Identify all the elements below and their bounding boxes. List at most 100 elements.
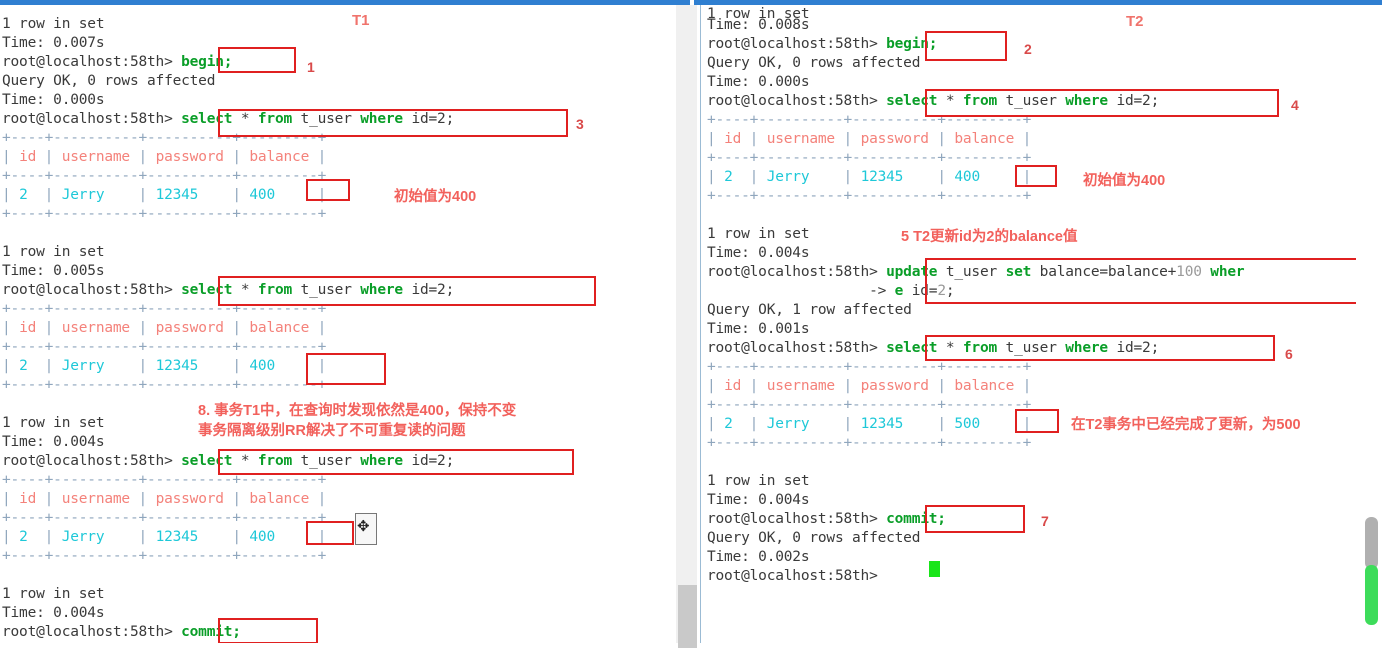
terminal-span: | bbox=[198, 529, 250, 545]
terminal-span: 100 bbox=[1176, 264, 1202, 280]
terminal-span: t_user bbox=[292, 111, 361, 127]
right-scrollbar-thumb-green[interactable] bbox=[1365, 565, 1378, 625]
terminal-span: 2 bbox=[937, 283, 946, 299]
terminal-span: from bbox=[257, 453, 293, 469]
terminal-span: set bbox=[1005, 264, 1032, 280]
terminal-span: 400 bbox=[249, 187, 275, 203]
terminal-span: | bbox=[309, 149, 327, 165]
terminal-span: commit; bbox=[181, 624, 241, 640]
terminal-span: 12345 bbox=[155, 187, 199, 203]
terminal-span: t_user bbox=[292, 282, 361, 298]
terminal-span: | bbox=[980, 416, 1032, 432]
step-number: 4 bbox=[1291, 97, 1299, 113]
terminal-line: 1 row in set bbox=[2, 243, 105, 262]
terminal-span: from bbox=[257, 282, 293, 298]
terminal-span: t_user bbox=[997, 93, 1066, 109]
terminal-pane-t1[interactable]: 1 row in set Time: 0.007s root@localhost:5… bbox=[0, 5, 676, 643]
terminal-span: | bbox=[309, 320, 327, 336]
terminal-line: root@localhost:58th> select * from t_use… bbox=[2, 110, 454, 129]
terminal-span: Time: 0.007s bbox=[2, 35, 105, 51]
left-pane-scrollbar[interactable] bbox=[676, 5, 697, 648]
terminal-span: balance=balance+ bbox=[1031, 264, 1177, 280]
terminal-span: | bbox=[834, 378, 861, 394]
terminal-span: 12345 bbox=[860, 169, 904, 185]
terminal-line: root@localhost:58th> select * from t_use… bbox=[707, 339, 1159, 358]
terminal-span: | bbox=[2, 491, 20, 507]
terminal-span: * bbox=[937, 340, 963, 356]
terminal-span: | bbox=[1014, 378, 1032, 394]
terminal-pane-t2[interactable]: 1 row in set Time: 0.008s root@localhost:5… bbox=[700, 5, 1356, 643]
terminal-span: | bbox=[104, 187, 156, 203]
terminal-span: 1 row in set bbox=[2, 16, 105, 32]
terminal-line: +----+----------+----------+---------+ bbox=[2, 300, 326, 319]
terminal-span: | bbox=[2, 149, 20, 165]
terminal-span: Jerry bbox=[766, 169, 810, 185]
terminal-span: password bbox=[860, 131, 929, 147]
terminal-line: Time: 0.001s bbox=[707, 320, 810, 339]
terminal-span: +----+----------+----------+---------+ bbox=[2, 510, 327, 526]
terminal-line: Time: 0.002s bbox=[707, 548, 810, 567]
terminal-span: | bbox=[707, 416, 725, 432]
terminal-span: t_user bbox=[292, 453, 361, 469]
terminal-span: Time: 0.005s bbox=[2, 263, 105, 279]
terminal-span: id=2; bbox=[402, 453, 455, 469]
right-scrollbar-thumb-gray[interactable] bbox=[1365, 517, 1378, 569]
terminal-span: username bbox=[766, 131, 835, 147]
terminal-line: +----+----------+----------+---------+ bbox=[2, 509, 326, 528]
terminal-span: root@localhost:58th> bbox=[707, 264, 887, 280]
terminal-span: select bbox=[886, 340, 938, 356]
terminal-span: t_user bbox=[937, 264, 1006, 280]
terminal-span: password bbox=[155, 320, 224, 336]
terminal-span: 1 row in set bbox=[2, 586, 105, 602]
terminal-line: | id | username | password | balance | bbox=[2, 490, 326, 509]
terminal-span: | bbox=[741, 378, 767, 394]
terminal-span: | bbox=[309, 491, 327, 507]
terminal-span: where bbox=[360, 282, 403, 298]
terminal-span: balance bbox=[954, 131, 1015, 147]
terminal-span: id=2; bbox=[1107, 93, 1160, 109]
terminal-span: +----+----------+----------+---------+ bbox=[707, 112, 1032, 128]
terminal-span: root@localhost:58th> bbox=[2, 624, 182, 640]
terminal-line: root@localhost:58th> commit; bbox=[707, 510, 946, 529]
terminal-span: e bbox=[894, 283, 904, 299]
terminal-span: | bbox=[275, 529, 327, 545]
terminal-span: | bbox=[809, 169, 861, 185]
terminal-line: Query OK, 1 row affected bbox=[707, 301, 912, 320]
terminal-span: | bbox=[903, 169, 955, 185]
terminal-line: Query OK, 0 rows affected bbox=[707, 529, 920, 548]
terminal-span: Jerry bbox=[61, 187, 105, 203]
terminal-span: from bbox=[962, 340, 998, 356]
terminal-span: +----+----------+----------+---------+ bbox=[2, 206, 327, 222]
terminal-span: password bbox=[860, 378, 929, 394]
terminal-span: | bbox=[104, 529, 156, 545]
pane-label-t2: T2 bbox=[1126, 13, 1144, 30]
terminal-span: select bbox=[181, 453, 233, 469]
terminal-span: 1 row in set bbox=[2, 415, 105, 431]
terminal-line: +----+----------+----------+---------+ bbox=[2, 376, 326, 395]
terminal-span: 1 row in set bbox=[2, 244, 105, 260]
terminal-span: +----+----------+----------+---------+ bbox=[2, 301, 327, 317]
terminal-span: | bbox=[223, 149, 250, 165]
terminal-span: +----+----------+----------+---------+ bbox=[2, 339, 327, 355]
terminal-span: balance bbox=[249, 149, 310, 165]
terminal-span: where bbox=[360, 111, 403, 127]
terminal-line: Query OK, 0 rows affected bbox=[707, 54, 920, 73]
terminal-span: Jerry bbox=[766, 416, 810, 432]
terminal-span: 500 bbox=[954, 416, 980, 432]
left-scrollbar-thumb[interactable] bbox=[678, 585, 697, 648]
terminal-span: root@localhost:58th> bbox=[707, 340, 887, 356]
terminal-line: root@localhost:58th> update t_user set b… bbox=[707, 263, 1245, 282]
terminal-line: Time: 0.000s bbox=[2, 91, 105, 110]
terminal-span: 2 bbox=[19, 529, 28, 545]
right-pane-scrollbar[interactable] bbox=[1362, 5, 1382, 643]
step-number: 1 bbox=[307, 59, 315, 75]
terminal-span: 2 bbox=[19, 358, 28, 374]
terminal-span: Query OK, 0 rows affected bbox=[2, 73, 216, 89]
terminal-line: root@localhost:58th> begin; bbox=[707, 35, 938, 54]
pane-label-t1: T1 bbox=[352, 12, 370, 29]
terminal-span: Query OK, 1 row affected bbox=[707, 302, 912, 318]
terminal-line: | 2 | Jerry | 12345 | 500 | bbox=[707, 415, 1031, 434]
terminal-span: Time: 0.002s bbox=[707, 549, 810, 565]
terminal-span: | bbox=[707, 169, 725, 185]
terminal-line: | id | username | password | balance | bbox=[2, 148, 326, 167]
